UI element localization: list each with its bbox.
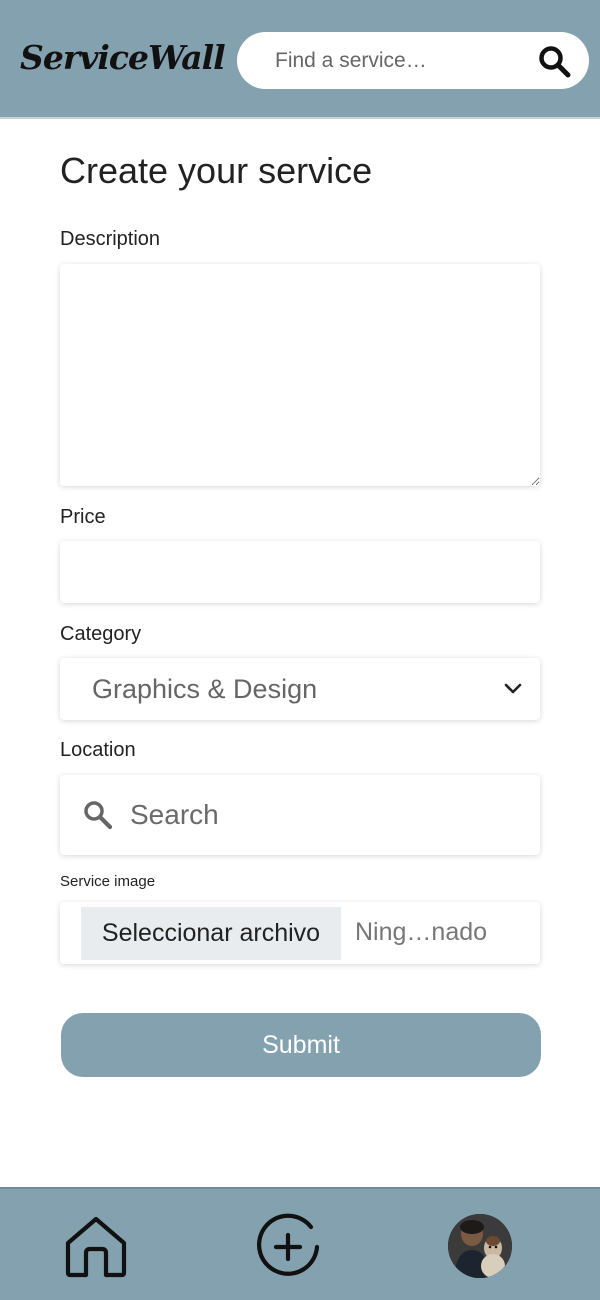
description-label: Description xyxy=(60,228,161,250)
page-title: Create your service xyxy=(60,150,373,191)
service-image-label: Service image xyxy=(60,873,156,890)
submit-button[interactable]: Submit xyxy=(61,1013,541,1077)
price-field[interactable] xyxy=(60,541,540,603)
service-search-input[interactable] xyxy=(275,46,525,76)
avatar-image xyxy=(448,1214,512,1278)
location-search xyxy=(60,775,540,855)
top-bar: ServiceWall xyxy=(0,0,600,119)
category-selected-value: Graphics & Design xyxy=(92,674,318,704)
bottom-nav xyxy=(0,1187,600,1300)
search-icon xyxy=(84,801,113,830)
add-circle-icon[interactable] xyxy=(253,1213,323,1281)
logo[interactable]: ServiceWall xyxy=(20,38,226,77)
search-icon[interactable] xyxy=(537,44,571,78)
header-search xyxy=(237,32,589,89)
avatar[interactable] xyxy=(448,1214,512,1278)
service-image-file-input: Seleccionar archivo Ning…nado xyxy=(60,902,540,964)
category-label: Category xyxy=(60,623,142,645)
file-status: Ning…nado xyxy=(355,918,488,946)
price-label: Price xyxy=(60,506,106,528)
category-select[interactable]: Graphics & Design xyxy=(60,658,540,720)
home-icon[interactable] xyxy=(62,1213,130,1279)
chevron-down-icon xyxy=(504,683,522,694)
description-field[interactable] xyxy=(60,264,540,486)
location-label: Location xyxy=(60,739,136,761)
location-input[interactable] xyxy=(130,795,510,835)
choose-file-button[interactable]: Seleccionar archivo xyxy=(81,907,341,960)
